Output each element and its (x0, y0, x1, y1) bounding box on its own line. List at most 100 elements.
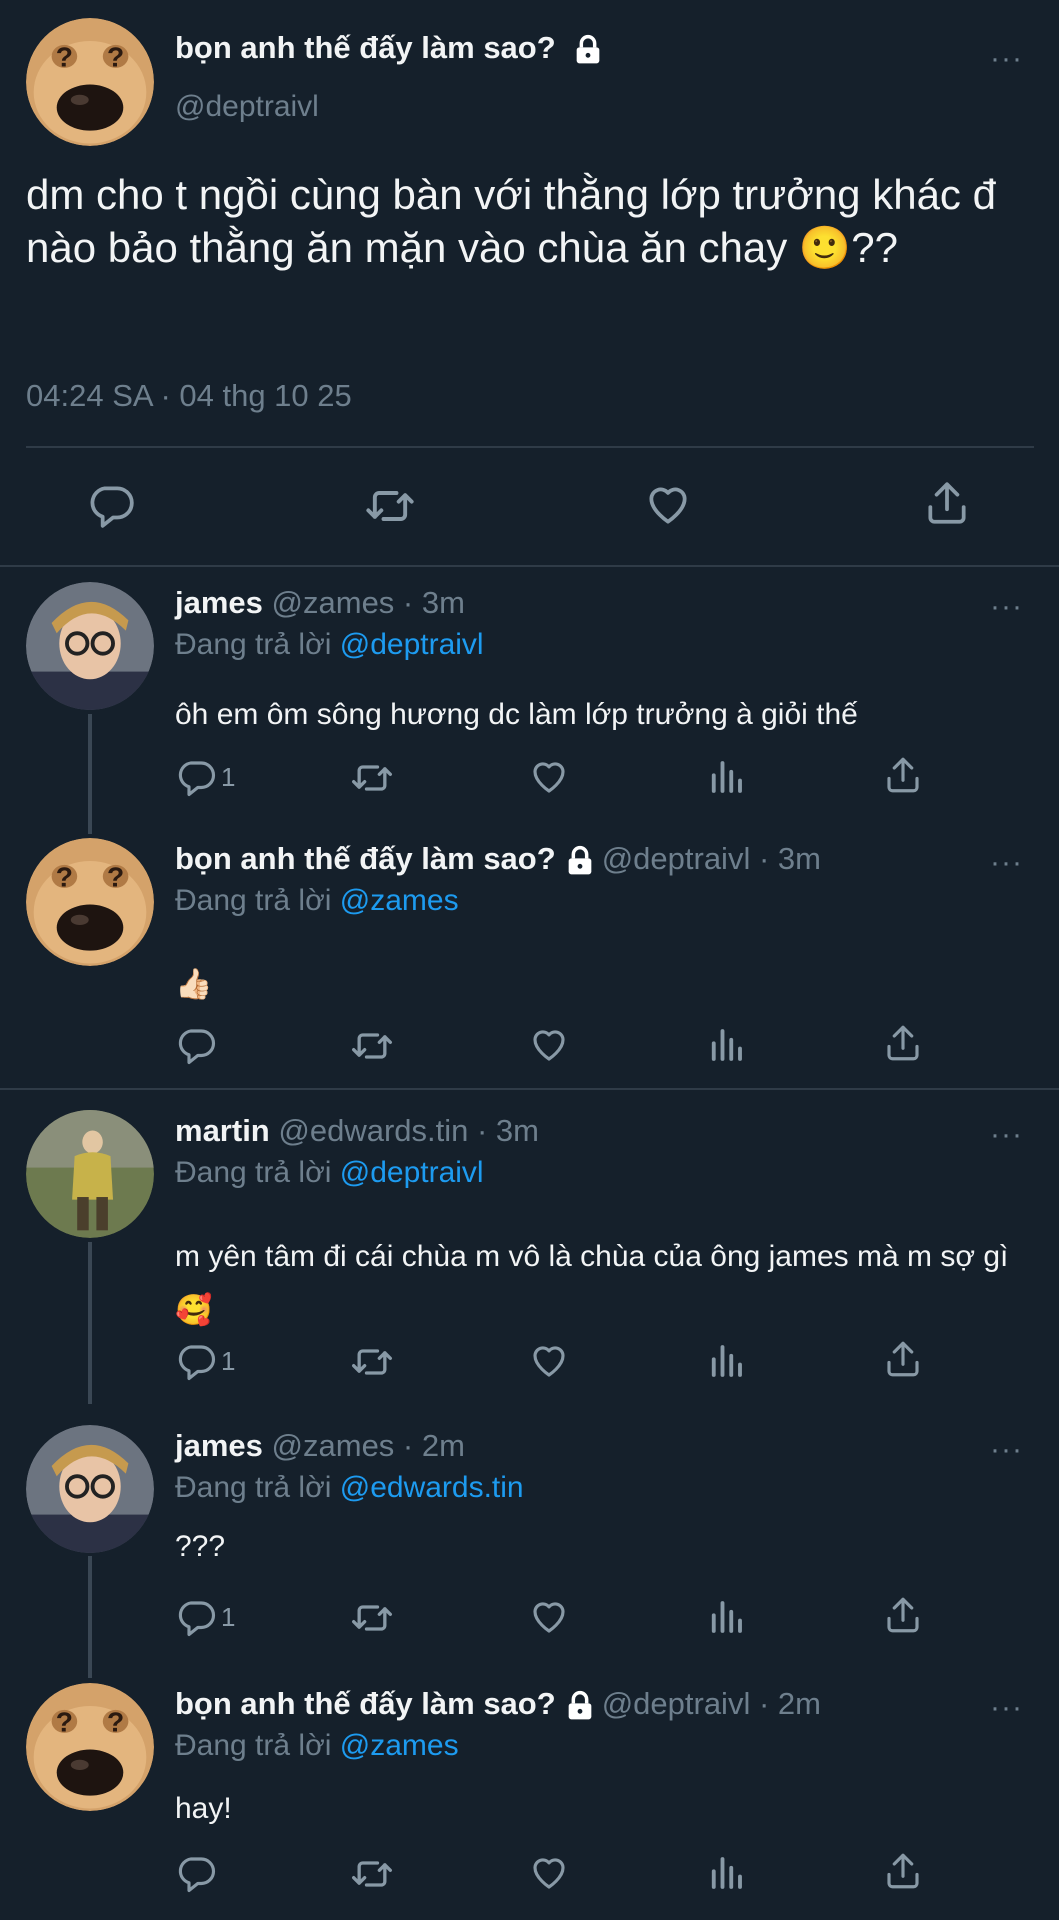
retweet-icon (350, 1340, 394, 1384)
more-icon[interactable]: ··· (990, 1118, 1023, 1152)
reply-handle-time: @zames · 3m (271, 585, 465, 620)
share-button[interactable] (882, 754, 924, 796)
replying-to-handle[interactable]: @zames (340, 884, 459, 917)
reply-button[interactable] (175, 1024, 221, 1066)
reply-author-name: james (175, 1428, 263, 1463)
views-button[interactable] (705, 1596, 747, 1638)
retweet-button[interactable] (350, 1596, 394, 1640)
share-icon (882, 754, 924, 796)
retweet-button[interactable] (350, 1852, 394, 1896)
more-icon[interactable]: ··· (990, 590, 1023, 624)
reply-icon (86, 480, 136, 530)
share-icon (882, 1022, 924, 1064)
reply-text: m yên tâm đi cái chùa m vô là chùa của ô… (175, 1240, 1009, 1327)
reply-handle-time: @zames · 2m (271, 1428, 465, 1463)
views-icon (705, 1596, 747, 1638)
reply-icon (175, 1340, 217, 1382)
replying-to-label: Đang trả lời (175, 628, 332, 661)
avatar[interactable] (26, 1683, 154, 1811)
replying-to: Đang trả lời @zames (175, 1729, 459, 1763)
reply-icon (175, 1852, 217, 1894)
share-button[interactable] (882, 1338, 924, 1380)
avatar-image (26, 1110, 154, 1238)
reply-handle-time: @deptraivl · 3m (601, 841, 821, 876)
reply-icon (175, 1024, 217, 1066)
reply-button[interactable]: 1 (175, 1340, 235, 1382)
like-button[interactable] (528, 1340, 570, 1382)
reply-header[interactable]: bọn anh thế đấy làm sao? @deptraivl · 3m (175, 841, 821, 877)
reply-button[interactable]: 1 (175, 756, 235, 798)
replying-to: Đang trả lời @deptraivl (175, 1156, 484, 1190)
avatar[interactable] (26, 1425, 154, 1553)
avatar[interactable] (26, 1110, 154, 1238)
like-icon (528, 1340, 570, 1382)
avatar[interactable] (26, 582, 154, 710)
like-icon (528, 1596, 570, 1638)
like-button[interactable] (643, 480, 693, 530)
author-name[interactable]: bọn anh thế đấy làm sao? (175, 30, 604, 66)
views-button[interactable] (705, 756, 747, 798)
reply-button[interactable] (175, 1852, 221, 1894)
reply-count: 1 (221, 761, 236, 792)
retweet-button[interactable] (364, 480, 416, 532)
reply-icon (175, 756, 217, 798)
avatar[interactable] (26, 18, 154, 146)
avatar-image (26, 1425, 154, 1553)
reply-author-name: martin (175, 1113, 270, 1148)
retweet-icon (350, 756, 394, 800)
retweet-button[interactable] (350, 1024, 394, 1068)
replying-to-handle[interactable]: @zames (340, 1729, 459, 1762)
reply-header[interactable]: martin @edwards.tin · 3m (175, 1113, 539, 1149)
avatar[interactable] (26, 838, 154, 966)
views-button[interactable] (705, 1024, 747, 1066)
share-button[interactable] (922, 478, 972, 528)
retweet-button[interactable] (350, 756, 394, 800)
lock-icon (564, 845, 596, 877)
views-button[interactable] (705, 1852, 747, 1894)
share-icon (882, 1594, 924, 1636)
divider (0, 1088, 1059, 1090)
like-icon (643, 480, 693, 530)
replying-to-label: Đang trả lời (175, 1729, 332, 1762)
reply-text: 👍🏻 (175, 968, 213, 1001)
replying-to-handle[interactable]: @edwards.tin (340, 1471, 524, 1504)
reply-header[interactable]: james @zames · 3m (175, 585, 465, 621)
reply-header[interactable]: james @zames · 2m (175, 1428, 465, 1464)
thread-line (88, 714, 92, 834)
replying-to: Đang trả lời @edwards.tin (175, 1471, 524, 1505)
more-icon[interactable]: ··· (990, 42, 1023, 76)
share-button[interactable] (882, 1850, 924, 1892)
like-icon (528, 1852, 570, 1894)
reply-button[interactable]: 1 (175, 1596, 235, 1638)
views-button[interactable] (705, 1340, 747, 1382)
reply-button[interactable] (86, 480, 136, 530)
like-button[interactable] (528, 1852, 570, 1894)
replying-to-handle[interactable]: @deptraivl (340, 1156, 484, 1189)
more-icon[interactable]: ··· (990, 1691, 1023, 1725)
avatar-dog-image (26, 18, 154, 146)
share-button[interactable] (882, 1594, 924, 1636)
reply-header[interactable]: bọn anh thế đấy làm sao? @deptraivl · 2m (175, 1686, 821, 1722)
share-icon (882, 1338, 924, 1380)
retweet-icon (364, 480, 416, 532)
like-button[interactable] (528, 1024, 570, 1066)
reply-text: ôh em ôm sông hương dc làm lớp trưởng à … (175, 698, 858, 731)
like-button[interactable] (528, 756, 570, 798)
author-handle[interactable]: @deptraivl (175, 90, 319, 124)
more-icon[interactable]: ··· (990, 846, 1023, 880)
tweet-timestamp[interactable]: 04:24 SA · 04 thg 10 25 (26, 378, 352, 414)
reply-text: hay! (175, 1792, 232, 1825)
thread-line (88, 1242, 92, 1404)
views-icon (705, 1024, 747, 1066)
retweet-button[interactable] (350, 1340, 394, 1384)
reply-count: 1 (221, 1601, 236, 1632)
share-button[interactable] (882, 1022, 924, 1064)
reply-icon (175, 1596, 217, 1638)
like-button[interactable] (528, 1596, 570, 1638)
divider (26, 446, 1034, 448)
more-icon[interactable]: ··· (990, 1433, 1023, 1467)
replying-to-handle[interactable]: @deptraivl (340, 628, 484, 661)
views-icon (705, 1340, 747, 1382)
divider (0, 565, 1059, 567)
reply-handle-time: @deptraivl · 2m (601, 1686, 821, 1721)
